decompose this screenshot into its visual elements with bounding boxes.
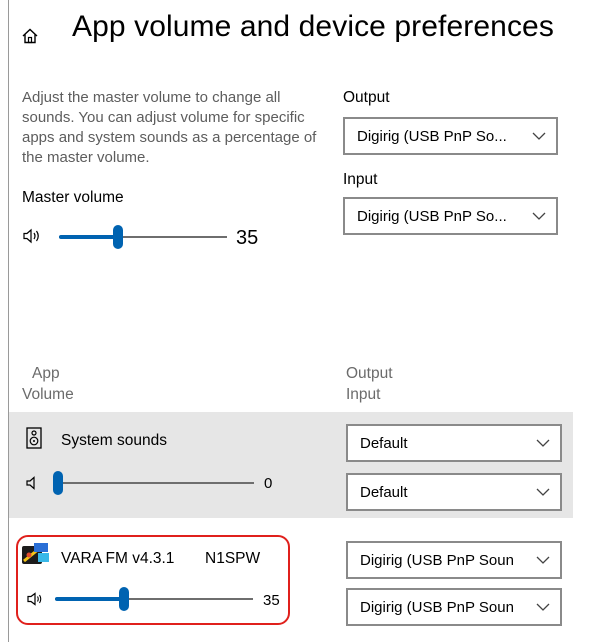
master-volume-label: Master volume	[22, 189, 124, 206]
vara-fm-output-value: Digirig (USB PnP Soun	[360, 551, 514, 569]
speaker-box-icon	[26, 427, 42, 449]
output-device-dropdown[interactable]: Digirig (USB PnP So...	[343, 117, 558, 155]
column-header-volume: Volume	[22, 386, 74, 403]
system-sounds-output-value: Default	[360, 434, 408, 452]
input-device-value: Digirig (USB PnP So...	[357, 207, 507, 225]
input-device-dropdown[interactable]: Digirig (USB PnP So...	[343, 197, 558, 235]
chevron-down-icon	[532, 212, 546, 220]
highlight-annotation	[16, 535, 290, 625]
vara-fm-output-dropdown[interactable]: Digirig (USB PnP Soun	[346, 541, 562, 579]
output-device-value: Digirig (USB PnP So...	[357, 127, 507, 145]
chevron-down-icon	[536, 556, 550, 564]
system-sounds-input-dropdown[interactable]: Default	[346, 473, 562, 511]
master-volume-slider[interactable]	[59, 225, 227, 249]
slider-thumb[interactable]	[112, 225, 123, 249]
system-sounds-volume-value: 0	[264, 475, 273, 492]
column-header-app: App	[32, 365, 60, 382]
speaker-volume-icon[interactable]	[22, 228, 42, 244]
chevron-down-icon	[536, 488, 550, 496]
output-label: Output	[343, 89, 390, 106]
column-header-output: Output	[346, 365, 393, 382]
system-sounds-input-value: Default	[360, 483, 408, 501]
slider-fill	[59, 235, 118, 239]
app-name-system-sounds: System sounds	[61, 432, 167, 449]
chevron-down-icon	[532, 132, 546, 140]
column-header-input: Input	[346, 386, 381, 403]
page-title: App volume and device preferences	[72, 10, 554, 43]
system-sounds-volume-slider[interactable]	[53, 471, 254, 495]
slider-thumb[interactable]	[53, 471, 63, 495]
vara-fm-input-dropdown[interactable]: Digirig (USB PnP Soun	[346, 588, 562, 626]
description-text: Adjust the master volume to change all s…	[22, 89, 317, 166]
home-icon[interactable]	[22, 28, 38, 44]
input-label: Input	[343, 171, 378, 188]
vara-fm-input-value: Digirig (USB PnP Soun	[360, 598, 514, 616]
chevron-down-icon	[536, 439, 550, 447]
slider-track	[58, 482, 254, 484]
master-volume-value: 35	[236, 227, 259, 249]
system-sounds-output-dropdown[interactable]: Default	[346, 424, 562, 462]
chevron-down-icon	[536, 603, 550, 611]
speaker-muted-icon[interactable]	[25, 476, 39, 490]
